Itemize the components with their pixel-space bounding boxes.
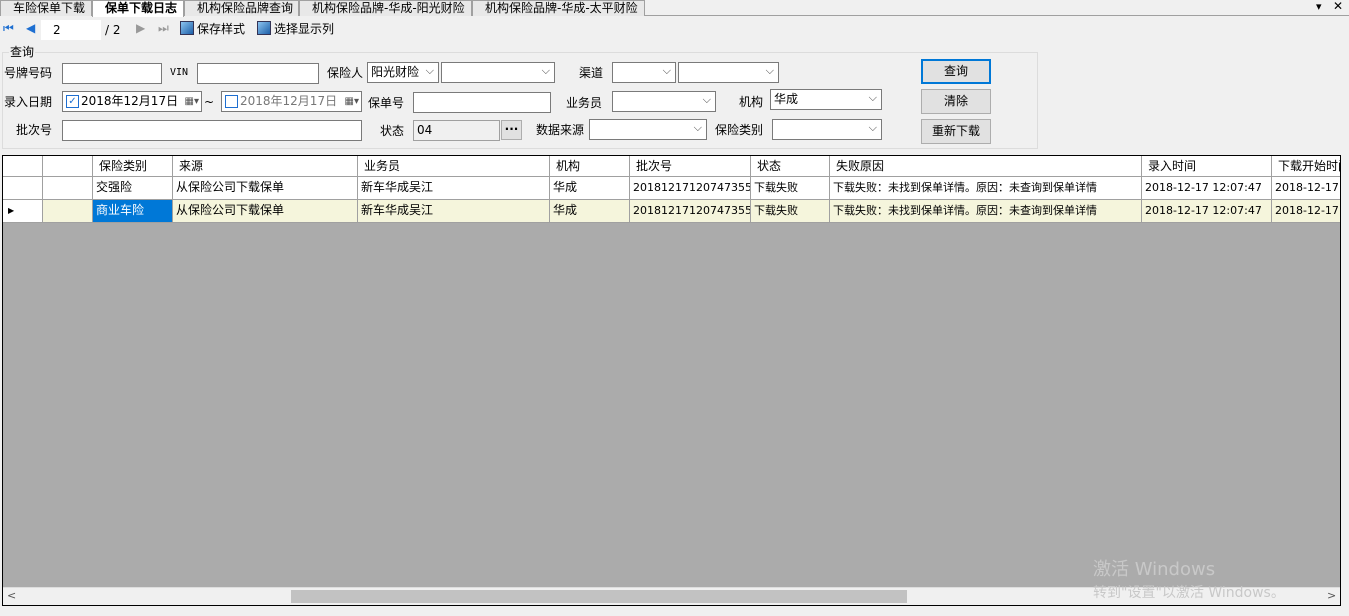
org-label: 机构 [739, 95, 764, 109]
status-input[interactable]: 04 [413, 120, 500, 141]
org-select[interactable]: 华成 [770, 89, 882, 110]
scrollbar-thumb[interactable] [291, 590, 907, 603]
choose-columns-button[interactable]: 选择显示列 [257, 21, 334, 37]
column-header[interactable]: 录入时间 [1142, 156, 1272, 177]
download-start-cell[interactable]: 2018-12-17 [1272, 199, 1340, 223]
download-start-cell[interactable]: 2018-12-17 [1272, 177, 1340, 200]
save-style-label: 保存样式 [197, 22, 246, 36]
current-row-indicator-icon[interactable]: ▶ [3, 199, 43, 223]
date-to-checkbox[interactable] [225, 95, 238, 108]
batch-input[interactable] [62, 120, 362, 141]
entry-time-cell[interactable]: 2018-12-17 12:07:47 [1142, 199, 1272, 223]
date-separator: ~ [204, 95, 215, 109]
first-page-icon[interactable]: ⏮ [3, 21, 14, 36]
salesman-select[interactable] [612, 91, 716, 112]
entry-date-label: 录入日期 [4, 95, 53, 109]
tab-strip: 车险保单下载 保单下载日志 机构保险品牌查询 机构保险品牌-华成-阳光财险 机构… [0, 0, 1349, 17]
tab-list-dropdown-icon[interactable]: ▾ [1316, 0, 1322, 13]
column-header[interactable]: 批次号 [630, 156, 751, 177]
search-button[interactable]: 查询 [921, 59, 991, 84]
log-grid: 保险类别 来源 业务员 机构 批次号 状态 失败原因 录入时间 下载开始时间 交… [2, 155, 1341, 606]
entry-time-cell[interactable]: 2018-12-17 12:07:47 [1142, 177, 1272, 200]
ins-type-select[interactable] [772, 119, 882, 140]
query-group-title: 查询 [9, 44, 36, 60]
toolbar: ⏮ ◀ 2 / 2 ▶ ⏭ 保存样式 选择显示列 [0, 19, 400, 41]
column-header[interactable] [43, 156, 93, 177]
salesman-cell[interactable]: 新车华成吴江 [358, 199, 550, 223]
clear-button[interactable]: 清除 [921, 89, 991, 114]
date-from-value: 2018年12月17日 [81, 94, 179, 108]
row-header-corner [3, 156, 43, 177]
ins-type-cell[interactable]: 交强险 [93, 177, 173, 200]
date-to-value: 2018年12月17日 [240, 94, 338, 108]
image-icon [257, 21, 271, 35]
status-cell[interactable]: 下载失败 [751, 177, 830, 200]
salesman-cell[interactable]: 新车华成吴江 [358, 177, 550, 200]
vin-label: VIN [170, 67, 189, 78]
prev-page-icon[interactable]: ◀ [26, 21, 35, 35]
redownload-button[interactable]: 重新下载 [921, 119, 991, 144]
close-icon[interactable]: ✕ [1333, 0, 1343, 13]
source-cell[interactable]: 从保险公司下载保单 [173, 177, 358, 200]
calendar-dropdown-icon[interactable]: ▦▾ [185, 92, 199, 111]
date-to-picker[interactable]: 2018年12月17日 ▦▾ [221, 91, 362, 112]
batch-cell[interactable]: 201812171207473552 [630, 177, 751, 200]
column-header[interactable]: 保险类别 [93, 156, 173, 177]
blank-cell[interactable] [43, 177, 93, 200]
status-browse-button[interactable]: ··· [501, 120, 522, 140]
calendar-dropdown-icon[interactable]: ▦▾ [345, 92, 359, 111]
scroll-right-icon[interactable]: > [1327, 589, 1336, 602]
insurer-sub-select[interactable] [441, 62, 555, 83]
insurer-select[interactable]: 阳光财险 [367, 62, 439, 83]
channel-select[interactable] [612, 62, 676, 83]
source-select[interactable] [589, 119, 707, 140]
ins-type-cell[interactable]: 商业车险 [93, 199, 173, 223]
page-input[interactable]: 2 [41, 20, 101, 40]
reason-cell[interactable]: 下载失败：未找到保单详情。原因：未查询到保单详情 [830, 177, 1142, 200]
policy-no-label: 保单号 [368, 96, 405, 110]
plate-input[interactable] [62, 63, 162, 84]
activation-watermark-text: 转到"设置"以激活 Windows。 [1093, 585, 1285, 601]
column-header[interactable]: 失败原因 [830, 156, 1142, 177]
reason-cell[interactable]: 下载失败：未找到保单详情。原因：未查询到保单详情 [830, 199, 1142, 223]
choose-columns-label: 选择显示列 [274, 22, 335, 36]
page-total: / 2 [105, 23, 121, 37]
tab-policy-download[interactable]: 车险保单下载 [0, 0, 92, 16]
row-header[interactable] [3, 177, 43, 200]
channel-sub-select[interactable] [678, 62, 779, 83]
batch-label: 批次号 [16, 123, 53, 137]
activation-watermark-title: 激活 Windows [1093, 559, 1216, 580]
next-page-icon[interactable]: ▶ [136, 21, 145, 35]
tab-org-brand-taiping[interactable]: 机构保险品牌-华成-太平财险 [472, 0, 645, 16]
column-header[interactable]: 来源 [173, 156, 358, 177]
blank-cell[interactable] [43, 199, 93, 223]
column-header[interactable]: 下载开始时间 [1272, 156, 1340, 177]
column-header[interactable]: 业务员 [358, 156, 550, 177]
vin-input[interactable] [197, 63, 319, 84]
date-from-checkbox[interactable]: ✓ [66, 95, 79, 108]
source-cell[interactable]: 从保险公司下载保单 [173, 199, 358, 223]
ins-type-label: 保险类别 [715, 123, 764, 137]
source-label: 数据来源 [536, 123, 585, 137]
scroll-left-icon[interactable]: < [7, 589, 16, 602]
status-label: 状态 [380, 124, 405, 138]
tab-org-brand-query[interactable]: 机构保险品牌查询 [184, 0, 299, 16]
last-page-icon[interactable]: ⏭ [158, 21, 169, 36]
status-cell[interactable]: 下载失败 [751, 199, 830, 223]
column-header[interactable]: 机构 [550, 156, 630, 177]
tab-download-log[interactable]: 保单下载日志 [92, 0, 184, 17]
salesman-label: 业务员 [566, 96, 603, 110]
channel-label: 渠道 [579, 66, 604, 80]
image-icon [180, 21, 194, 35]
batch-cell[interactable]: 201812171207473552 [630, 199, 751, 223]
org-cell[interactable]: 华成 [550, 199, 630, 223]
tab-org-brand-sunshine[interactable]: 机构保险品牌-华成-阳光财险 [299, 0, 472, 16]
plate-label: 号牌号码 [4, 66, 53, 80]
policy-no-input[interactable] [413, 92, 551, 113]
date-from-picker[interactable]: ✓ 2018年12月17日 ▦▾ [62, 91, 202, 112]
insurer-label: 保险人 [327, 66, 364, 80]
org-cell[interactable]: 华成 [550, 177, 630, 200]
save-style-button[interactable]: 保存样式 [180, 21, 245, 37]
column-header[interactable]: 状态 [751, 156, 830, 177]
